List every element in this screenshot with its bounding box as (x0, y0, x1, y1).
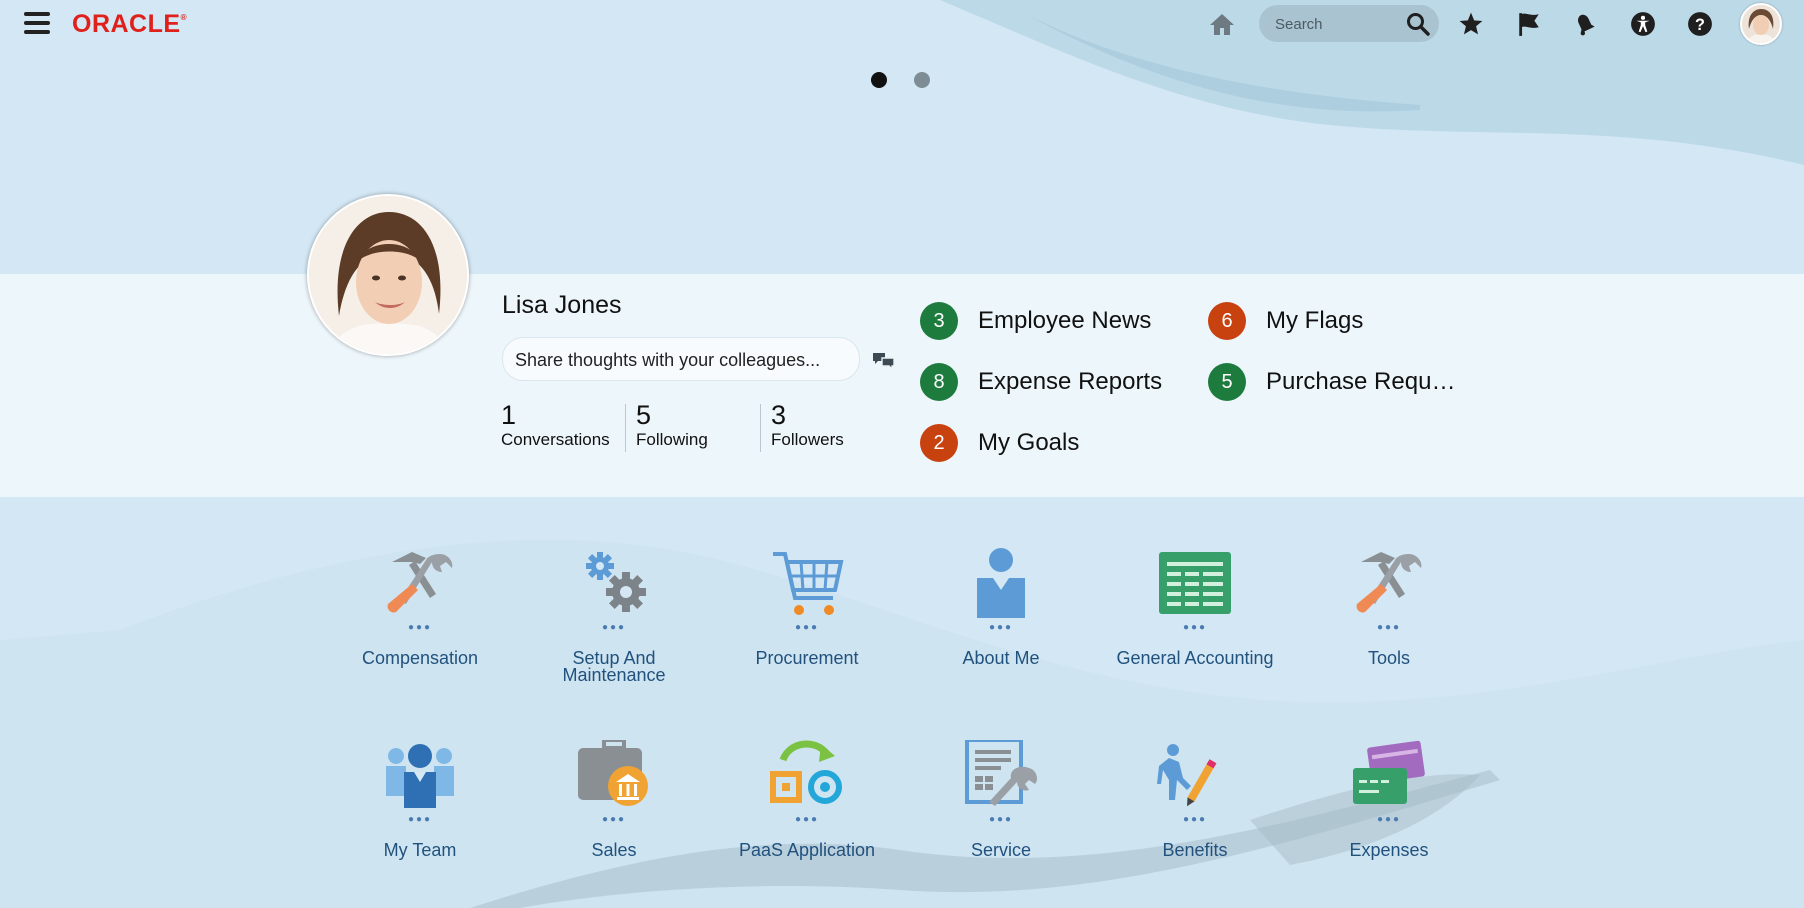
help-icon[interactable]: ? (1684, 8, 1716, 40)
stat-followers[interactable]: 3 Followers (771, 400, 844, 450)
flag-icon[interactable] (1513, 8, 1545, 40)
notification-label: Purchase Requi… (1266, 368, 1458, 395)
more-dots: ●●● (988, 814, 1014, 825)
stat-conversations[interactable]: 1 Conversations (501, 400, 610, 450)
count-badge: 5 (1208, 363, 1246, 401)
stat-label: Conversations (501, 430, 610, 449)
more-dots: ●●● (1376, 622, 1402, 633)
app-label: My Team (383, 840, 457, 860)
tools-icon (1356, 552, 1422, 613)
more-dots: ●●● (988, 622, 1014, 633)
star-icon[interactable] (1455, 8, 1487, 40)
stat-following[interactable]: 5 Following (636, 400, 708, 450)
more-dots: ●●● (1182, 814, 1208, 825)
share-thoughts-input[interactable] (513, 348, 847, 372)
more-dots: ●●● (1376, 814, 1402, 825)
hamburger-icon[interactable] (24, 12, 50, 34)
app-my-team[interactable]: ●●● My Team (330, 740, 510, 900)
app-label: Benefits (1162, 840, 1228, 860)
stat-divider (625, 404, 626, 452)
search-icon[interactable] (1405, 11, 1431, 37)
top-bar: ORACLE® ? (0, 0, 1804, 48)
app-label: Setup And Maintenance (562, 648, 666, 685)
notification-employee-news[interactable]: 3 Employee News (920, 301, 1151, 341)
app-paas-application[interactable]: ●●● PaaS Application (717, 740, 897, 900)
conversation-icon[interactable] (872, 351, 896, 373)
app-label: Sales (591, 840, 637, 860)
accessibility-icon[interactable] (1627, 8, 1659, 40)
app-tools[interactable]: ●●● Tools (1299, 548, 1479, 708)
stat-label: Followers (771, 430, 844, 449)
notification-label: My Goals (978, 429, 1080, 456)
team-icon (386, 744, 454, 808)
app-label: About Me (962, 648, 1040, 668)
more-dots: ●●● (794, 622, 820, 633)
notification-expense-reports[interactable]: 8 Expense Reports (920, 362, 1162, 402)
profile-band (0, 274, 1804, 497)
app-benefits[interactable]: ●●● Benefits (1105, 740, 1285, 900)
oracle-logo[interactable]: ORACLE® (72, 10, 187, 39)
more-dots: ●●● (601, 622, 627, 633)
notification-purchase-requisitions[interactable]: 5 Purchase Requi… (1208, 362, 1458, 402)
app-label: Service (970, 840, 1032, 860)
app-label: PaaS Application (738, 840, 876, 860)
notification-label: Employee News (978, 307, 1152, 334)
profile-photo[interactable] (307, 194, 469, 356)
more-dots: ●●● (407, 622, 433, 633)
more-dots: ●●● (601, 814, 627, 825)
notification-label: My Flags (1266, 307, 1364, 334)
share-thoughts-box[interactable] (502, 337, 860, 381)
stat-number: 1 (501, 400, 517, 430)
paas-icon (770, 740, 842, 804)
count-badge: 6 (1208, 302, 1246, 340)
app-about-me[interactable]: ●●● About Me (911, 548, 1091, 708)
expenses-icon (1353, 740, 1425, 804)
app-procurement[interactable]: ●●● Procurement (717, 548, 897, 708)
cart-icon (773, 552, 844, 615)
stat-number: 3 (771, 400, 787, 430)
app-label: General Accounting (1116, 648, 1274, 668)
more-dots: ●●● (407, 814, 433, 825)
search-box[interactable] (1259, 5, 1439, 42)
stat-number: 5 (636, 400, 652, 430)
app-compensation[interactable]: ●●● Compensation (330, 548, 510, 708)
more-dots: ●●● (1182, 622, 1208, 633)
app-label: Tools (1367, 648, 1411, 668)
app-service[interactable]: ●●● Service (911, 740, 1091, 900)
service-icon (965, 740, 1037, 806)
app-label: Procurement (755, 648, 859, 668)
notification-label: Expense Reports (978, 368, 1163, 395)
app-sales[interactable]: ●●● Sales (524, 740, 704, 900)
more-dots: ●●● (794, 814, 820, 825)
count-badge: 3 (920, 302, 958, 340)
tools-icon (387, 552, 453, 613)
notification-my-goals[interactable]: 2 My Goals (920, 423, 1079, 463)
carousel-dot-1[interactable] (871, 72, 887, 88)
search-input[interactable] (1273, 13, 1397, 35)
stat-label: Following (636, 430, 708, 449)
ledger-icon (1159, 552, 1231, 614)
app-label: Compensation (361, 648, 479, 668)
profile-name[interactable]: Lisa Jones (502, 291, 622, 320)
app-setup-and-maintenance[interactable]: ●●● Setup And Maintenance (524, 548, 704, 708)
app-label: Expenses (1349, 840, 1429, 860)
svg-text:?: ? (1695, 16, 1705, 34)
stat-divider (760, 404, 761, 452)
app-expenses[interactable]: ●●● Expenses (1299, 740, 1479, 900)
bell-icon[interactable] (1569, 8, 1601, 40)
count-badge: 8 (920, 363, 958, 401)
briefcase-icon (578, 740, 648, 806)
app-general-accounting[interactable]: ●●● General Accounting (1105, 548, 1285, 708)
home-icon[interactable] (1206, 8, 1238, 40)
gears-icon (586, 552, 646, 612)
carousel-dot-2[interactable] (914, 72, 930, 88)
benefits-icon (1157, 744, 1217, 807)
person-icon (977, 548, 1025, 618)
count-badge: 2 (920, 424, 958, 462)
notification-my-flags[interactable]: 6 My Flags (1208, 301, 1363, 341)
user-avatar[interactable] (1740, 3, 1782, 45)
